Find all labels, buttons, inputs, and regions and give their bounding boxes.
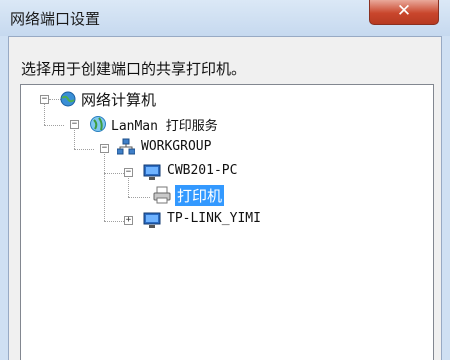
collapse-expander[interactable]: −	[100, 144, 109, 153]
collapse-expander[interactable]: −	[40, 95, 49, 104]
tree-line	[104, 221, 124, 222]
tree-line	[128, 197, 150, 198]
tree-item-label: WORKGROUP	[141, 139, 212, 154]
window-title: 网络端口设置	[10, 10, 101, 28]
tree-line	[104, 149, 105, 221]
dialog-window: 网络端口设置 ✕ 选择用于创建端口的共享打印机。 − 网络计算机 − LanMa…	[0, 0, 450, 360]
printer-icon	[153, 186, 171, 204]
expand-expander[interactable]: +	[124, 216, 133, 225]
network-globe-icon	[60, 91, 76, 107]
instruction-text: 选择用于创建端口的共享打印机。	[21, 60, 247, 78]
tree-line	[44, 125, 64, 126]
tree-item-label: 打印机	[175, 185, 225, 206]
globe-icon	[90, 116, 106, 132]
workgroup-icon	[117, 138, 135, 155]
tree-line	[104, 173, 124, 174]
tree-line	[74, 149, 94, 150]
close-button[interactable]: ✕	[369, 0, 439, 25]
close-icon: ✕	[396, 1, 412, 21]
tree-item-label: TP-LINK_YIMI	[167, 211, 261, 226]
title-bar: 网络端口设置 ✕	[0, 0, 450, 36]
collapse-expander[interactable]: −	[124, 168, 133, 177]
tree-item-label: CWB201-PC	[167, 163, 238, 178]
collapse-expander[interactable]: −	[70, 120, 79, 129]
computer-icon	[143, 164, 161, 180]
printer-tree[interactable]: − 网络计算机 − LanMan 打印服务 − WORKGROUP − CWB2…	[20, 84, 434, 360]
tree-item-label: LanMan 打印服务	[111, 119, 218, 134]
computer-icon	[143, 212, 161, 228]
tree-item-label: 网络计算机	[81, 91, 157, 109]
